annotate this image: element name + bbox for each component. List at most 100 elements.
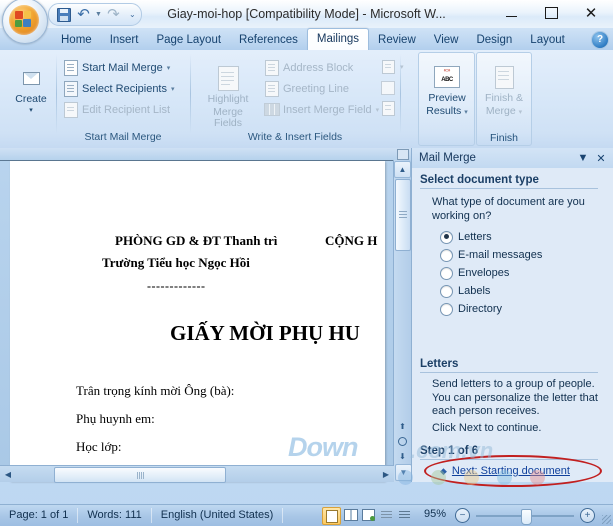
save-button[interactable] (55, 6, 72, 23)
doc-heading: GIẤY MỜI PHỤ HU (170, 321, 360, 345)
draft-view-button[interactable] (396, 507, 413, 523)
mail-merge-task-pane: Mail Merge ▼ ✕ Select document type What… (411, 148, 613, 487)
scroll-left-button[interactable]: ◀ (1, 467, 15, 481)
browse-navigation-buttons: ⬆ ⬇ (395, 419, 410, 464)
preview-results-button[interactable]: «» ABC Preview Results ▾ (426, 57, 468, 118)
task-pane-dropdown-icon[interactable]: ▼ (576, 151, 590, 165)
resize-grip-icon[interactable] (602, 515, 611, 524)
preview-results-icon: «» ABC (432, 63, 462, 91)
page-indicator[interactable]: Page: 1 of 1 (0, 508, 79, 523)
radio-option-directory[interactable]: Directory (440, 300, 600, 318)
start-mail-merge-caret-icon[interactable]: ▾ (167, 64, 171, 72)
select-recipients-button[interactable]: Select Recipients ▾ (61, 79, 177, 98)
doc-body-1: Trân trọng kính mời Ông (bà): (76, 383, 235, 398)
task-pane-close-icon[interactable]: ✕ (594, 151, 608, 165)
preview-results-label-2-row: Results ▾ (426, 106, 467, 118)
office-logo-square-yellow (24, 11, 31, 18)
group-divider (400, 54, 401, 134)
group-divider (190, 54, 191, 134)
start-mail-merge-button[interactable]: Start Mail Merge ▾ (61, 58, 172, 77)
undo-button[interactable]: ↶ (75, 6, 92, 23)
preview-results-caret-icon[interactable]: ▾ (464, 109, 468, 116)
full-screen-reading-view-button[interactable] (342, 507, 359, 523)
radio-label: Letters (458, 231, 492, 243)
ribbon-group-finish: Finish & Merge ▾ Finish (476, 52, 532, 146)
radio-icon (440, 230, 453, 244)
minimize-button[interactable] (491, 2, 531, 24)
address-block-button: Address Block (262, 58, 355, 77)
office-button[interactable] (2, 0, 48, 44)
maximize-icon (544, 7, 558, 19)
zoom-slider-thumb[interactable] (521, 508, 532, 525)
zoom-control: − + (455, 508, 595, 525)
finish-and-merge-button: Finish & Merge ▾ (483, 57, 525, 118)
tab-layout[interactable]: Layout (521, 30, 574, 50)
draft-icon (399, 510, 410, 520)
preview-results-label-2: Results (426, 105, 462, 117)
status-bar: Page: 1 of 1 Words: 111 English (United … (0, 504, 613, 526)
ribbon-tabs: Home Insert Page Layout References Maili… (52, 28, 574, 51)
maximize-button[interactable] (531, 2, 571, 24)
radio-option-envelopes[interactable]: Envelopes (440, 264, 600, 282)
vertical-scrollbar-thumb[interactable] (395, 179, 411, 251)
select-recipients-caret-icon[interactable]: ▾ (171, 85, 175, 93)
web-layout-view-button[interactable] (360, 507, 377, 523)
create-button[interactable]: Create ▾ (12, 58, 50, 114)
redo-button[interactable]: ↷ (105, 6, 122, 23)
tab-review[interactable]: Review (369, 30, 425, 50)
rules-button: ▾ (378, 57, 406, 76)
insert-merge-field-button: Insert Merge Field ▾ (262, 100, 381, 119)
document-area: PHÒNG GD & ĐT Thanh trì Trường Tiểu học … (0, 148, 412, 483)
finish-and-merge-icon (489, 63, 519, 91)
select-browse-object-circle[interactable] (395, 434, 410, 449)
web-layout-icon (362, 509, 375, 521)
tab-view[interactable]: View (425, 30, 468, 50)
insert-merge-field-label: Insert Merge Field (283, 103, 372, 116)
highlight-merge-fields-button: Highlight Merge Fields (198, 58, 258, 129)
vertical-scrollbar[interactable]: ▲ ⬆ ⬇ ▼ (393, 148, 412, 482)
radio-label: Directory (458, 303, 503, 315)
tab-page-layout[interactable]: Page Layout (147, 30, 230, 50)
word-count[interactable]: Words: 111 (78, 508, 152, 523)
create-dropdown-caret-icon[interactable]: ▾ (29, 107, 33, 114)
customize-qat-caret-icon[interactable]: ⌄ (129, 10, 136, 19)
click-next-text: Click Next to continue. (432, 422, 542, 434)
group-label-write-insert-fields: Write & Insert Fields (247, 131, 343, 143)
finish-and-merge-label-2-row: Merge ▾ (486, 106, 522, 118)
doc-line-2: Trường Tiểu học Ngọc Hồi (102, 255, 250, 270)
tab-design[interactable]: Design (467, 30, 521, 50)
tab-mailings[interactable]: Mailings (306, 28, 370, 51)
greeting-line-button: Greeting Line (262, 79, 351, 98)
scroll-up-button[interactable]: ▲ (394, 161, 411, 178)
close-icon: ✕ (584, 4, 598, 22)
radio-option-letters[interactable]: Letters (440, 228, 600, 246)
help-icon[interactable]: ? (591, 31, 609, 49)
print-layout-view-button[interactable] (322, 507, 341, 525)
radio-icon (440, 284, 453, 298)
watermark-dot (497, 470, 512, 485)
quick-access-toolbar: ↶ ▼ ↷ ⌄ (48, 3, 142, 26)
radio-option-email-messages[interactable]: E-mail messages (440, 246, 600, 264)
previous-page-button[interactable]: ⬆ (395, 419, 410, 434)
radio-option-labels[interactable]: Labels (440, 282, 600, 300)
next-page-button[interactable]: ⬇ (395, 449, 410, 464)
match-fields-button (378, 78, 398, 97)
tab-references[interactable]: References (230, 30, 307, 50)
document-page[interactable]: PHÒNG GD & ĐT Thanh trì Trường Tiểu học … (10, 161, 385, 481)
horizontal-scrollbar[interactable]: ◀ ▶ (0, 465, 394, 483)
select-browse-object-button[interactable] (395, 148, 411, 160)
office-logo-square-blue (23, 19, 31, 27)
scroll-right-button[interactable]: ▶ (379, 467, 393, 481)
undo-dropdown-caret-icon[interactable]: ▼ (95, 11, 102, 18)
task-pane-title: Mail Merge (419, 152, 476, 164)
outline-view-button[interactable] (378, 507, 395, 523)
tab-insert[interactable]: Insert (101, 30, 148, 50)
tab-home[interactable]: Home (52, 30, 101, 50)
close-button[interactable]: ✕ (571, 2, 611, 24)
zoom-slider-track[interactable] (476, 508, 574, 525)
language-indicator[interactable]: English (United States) (152, 508, 284, 523)
horizontal-scrollbar-thumb[interactable] (54, 467, 226, 483)
zoom-level-label[interactable]: 95% (424, 508, 446, 520)
zoom-out-button[interactable]: − (455, 508, 470, 523)
zoom-in-button[interactable]: + (580, 508, 595, 523)
